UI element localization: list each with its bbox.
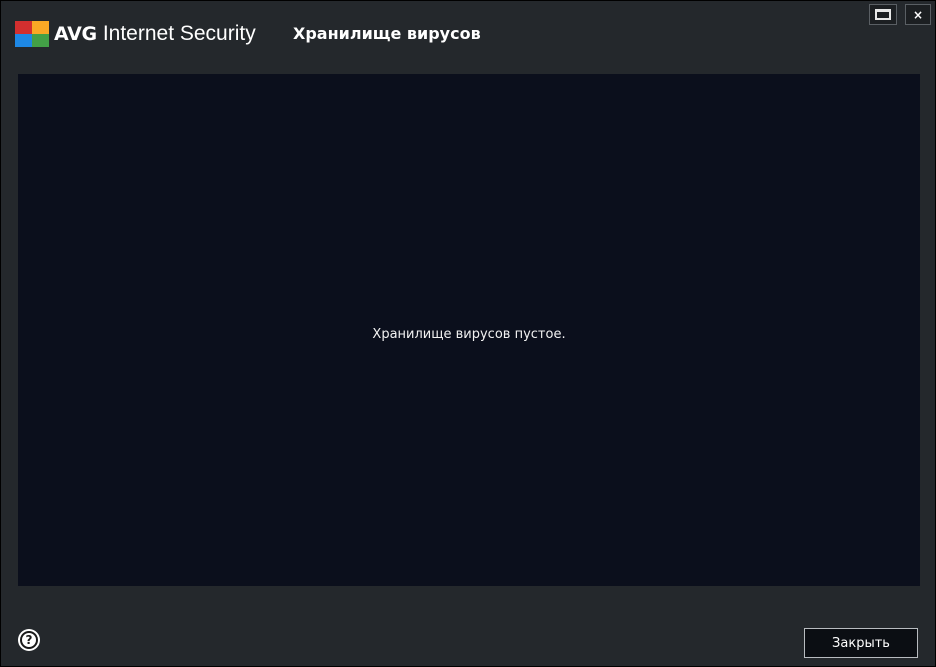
product-name: Internet Security [102, 22, 256, 45]
window-title: Хранилище вирусов [293, 24, 481, 43]
vault-content-area: Хранилище вирусов пустое. [18, 74, 920, 586]
app-logo: AVG Internet Security [15, 21, 256, 47]
close-icon: × [912, 7, 924, 22]
empty-vault-message: Хранилище вирусов пустое. [372, 326, 566, 342]
maximize-icon [875, 9, 891, 20]
virus-vault-window: AVG Internet Security Хранилище вирусов … [0, 0, 936, 667]
help-button[interactable]: ? [18, 629, 40, 651]
close-button[interactable]: Закрыть [804, 628, 918, 658]
maximize-button[interactable] [869, 4, 897, 25]
window-close-button[interactable]: × [905, 4, 931, 25]
brand-name: AVG [54, 23, 97, 45]
help-icon: ? [20, 631, 38, 649]
avg-logo-icon [15, 21, 49, 47]
title-bar[interactable]: AVG Internet Security Хранилище вирусов … [1, 1, 935, 71]
